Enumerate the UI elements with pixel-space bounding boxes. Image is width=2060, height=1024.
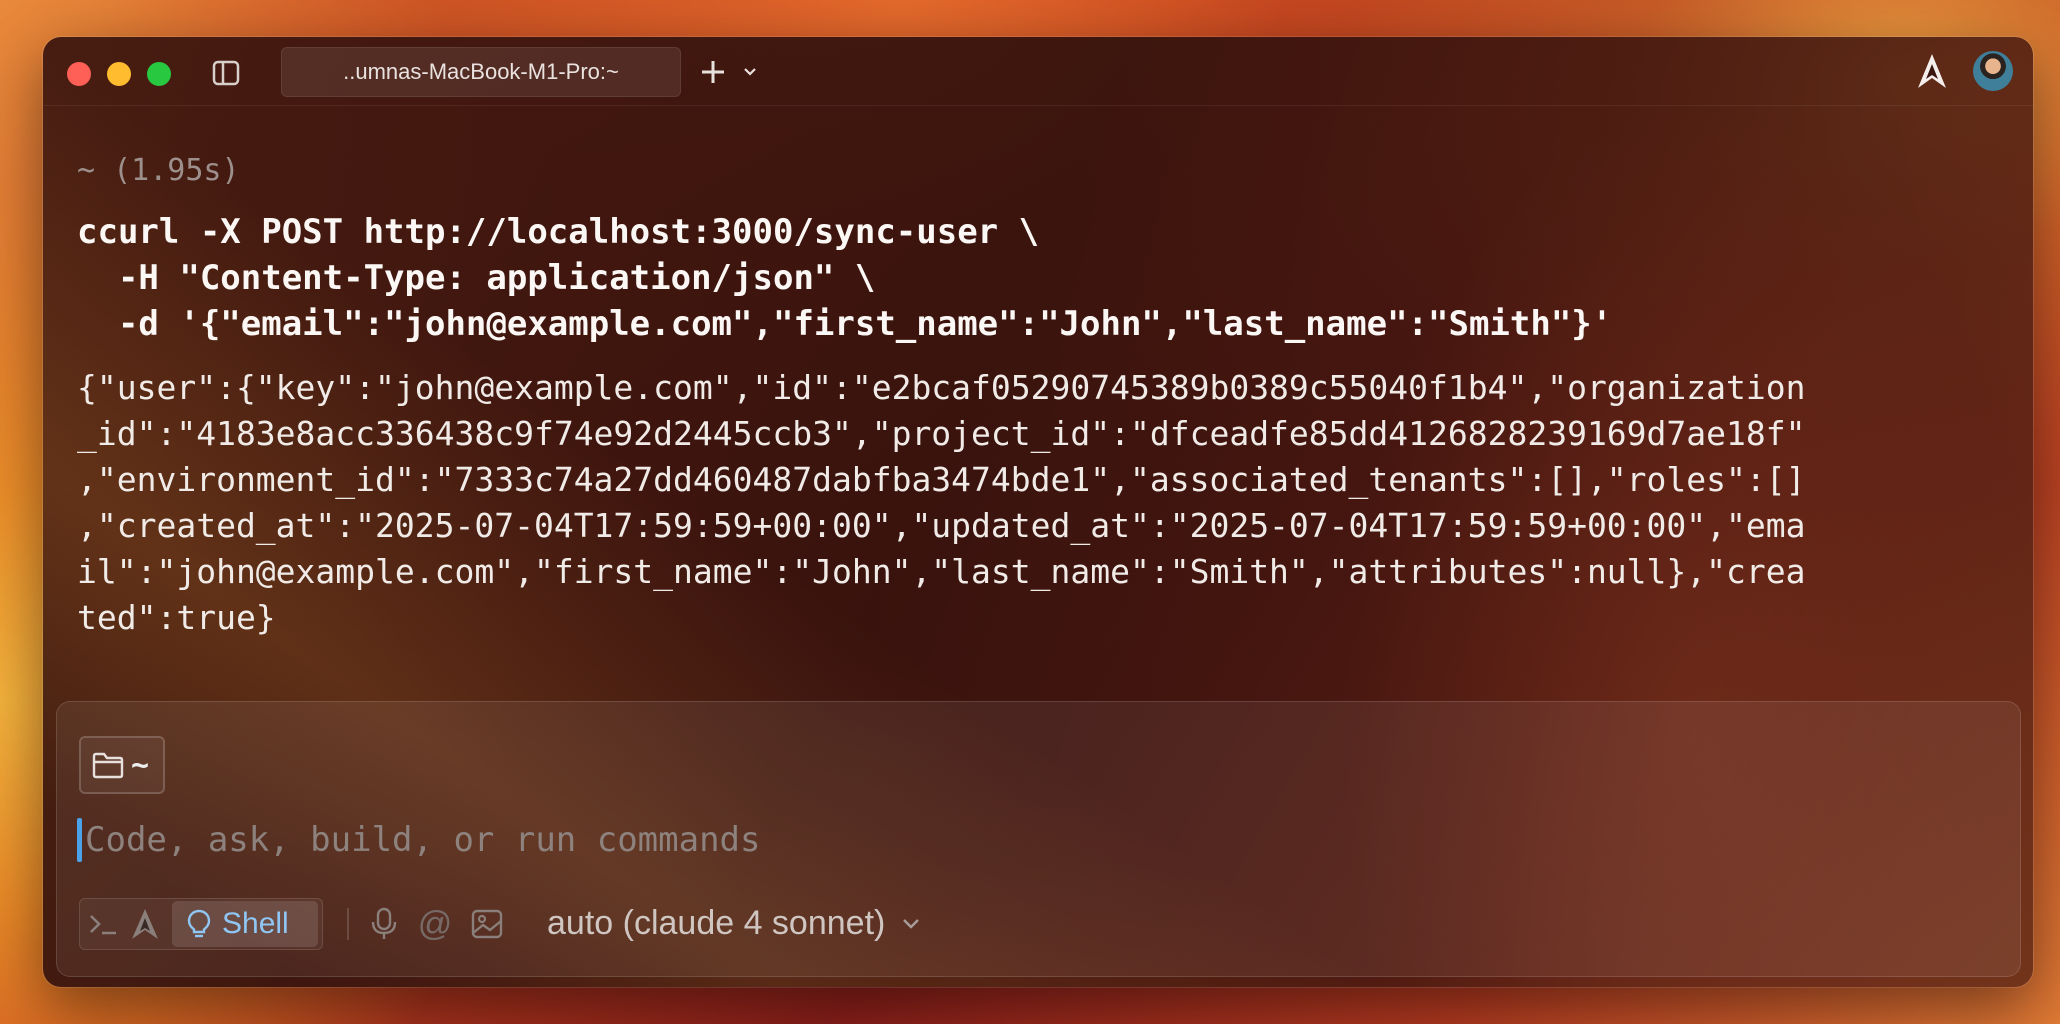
command-text: ccurl -X POST http://localhost:3000/sync… bbox=[77, 212, 1613, 344]
folder-icon bbox=[92, 752, 124, 779]
prompt-line: ~ (1.95s) bbox=[77, 153, 240, 188]
command-input[interactable] bbox=[79, 816, 1985, 864]
chevron-down-icon bbox=[903, 919, 920, 929]
chevron-down-icon[interactable] bbox=[739, 61, 761, 83]
lightbulb-icon bbox=[187, 909, 211, 938]
command-composer: ~ Shell bbox=[56, 701, 2021, 977]
toolbar-divider bbox=[347, 908, 349, 940]
terminal-block: ~ (1.95s) ccurl -X POST http://localhost… bbox=[77, 151, 1997, 641]
image-icon[interactable] bbox=[469, 906, 505, 942]
tab-title: ..umnas-MacBook-M1-Pro:~ bbox=[343, 59, 619, 84]
directory-label: ~ bbox=[131, 747, 150, 783]
agent-mode-icon[interactable] bbox=[130, 907, 160, 941]
terminal-prompt-icon[interactable] bbox=[86, 908, 120, 940]
shell-mode-button[interactable]: Shell bbox=[172, 901, 318, 947]
mode-switcher: Shell bbox=[79, 898, 323, 950]
close-window-button[interactable] bbox=[67, 62, 91, 86]
minimize-window-button[interactable] bbox=[107, 62, 131, 86]
text-caret bbox=[77, 818, 82, 862]
avatar[interactable] bbox=[1973, 51, 2013, 91]
microphone-icon[interactable] bbox=[367, 906, 401, 942]
model-selector[interactable]: auto (claude 4 sonnet) bbox=[547, 898, 923, 948]
zoom-window-button[interactable] bbox=[147, 62, 171, 86]
tab-session[interactable]: ..umnas-MacBook-M1-Pro:~ bbox=[281, 47, 681, 97]
sidebar-toggle-icon[interactable] bbox=[211, 59, 241, 87]
terminal-window: ..umnas-MacBook-M1-Pro:~ ~ (1.95s) ccurl… bbox=[43, 37, 2033, 987]
model-label: auto (claude 4 sonnet) bbox=[547, 903, 886, 942]
mention-button[interactable]: @ bbox=[417, 906, 453, 942]
title-bar: ..umnas-MacBook-M1-Pro:~ bbox=[43, 37, 2033, 106]
command-output: {"user":{"key":"john@example.com","id":"… bbox=[77, 368, 1806, 637]
directory-chip[interactable]: ~ bbox=[79, 736, 165, 794]
plus-icon[interactable] bbox=[696, 55, 730, 89]
agent-logo-icon[interactable] bbox=[1915, 51, 1949, 91]
shell-mode-label: Shell bbox=[222, 907, 289, 940]
